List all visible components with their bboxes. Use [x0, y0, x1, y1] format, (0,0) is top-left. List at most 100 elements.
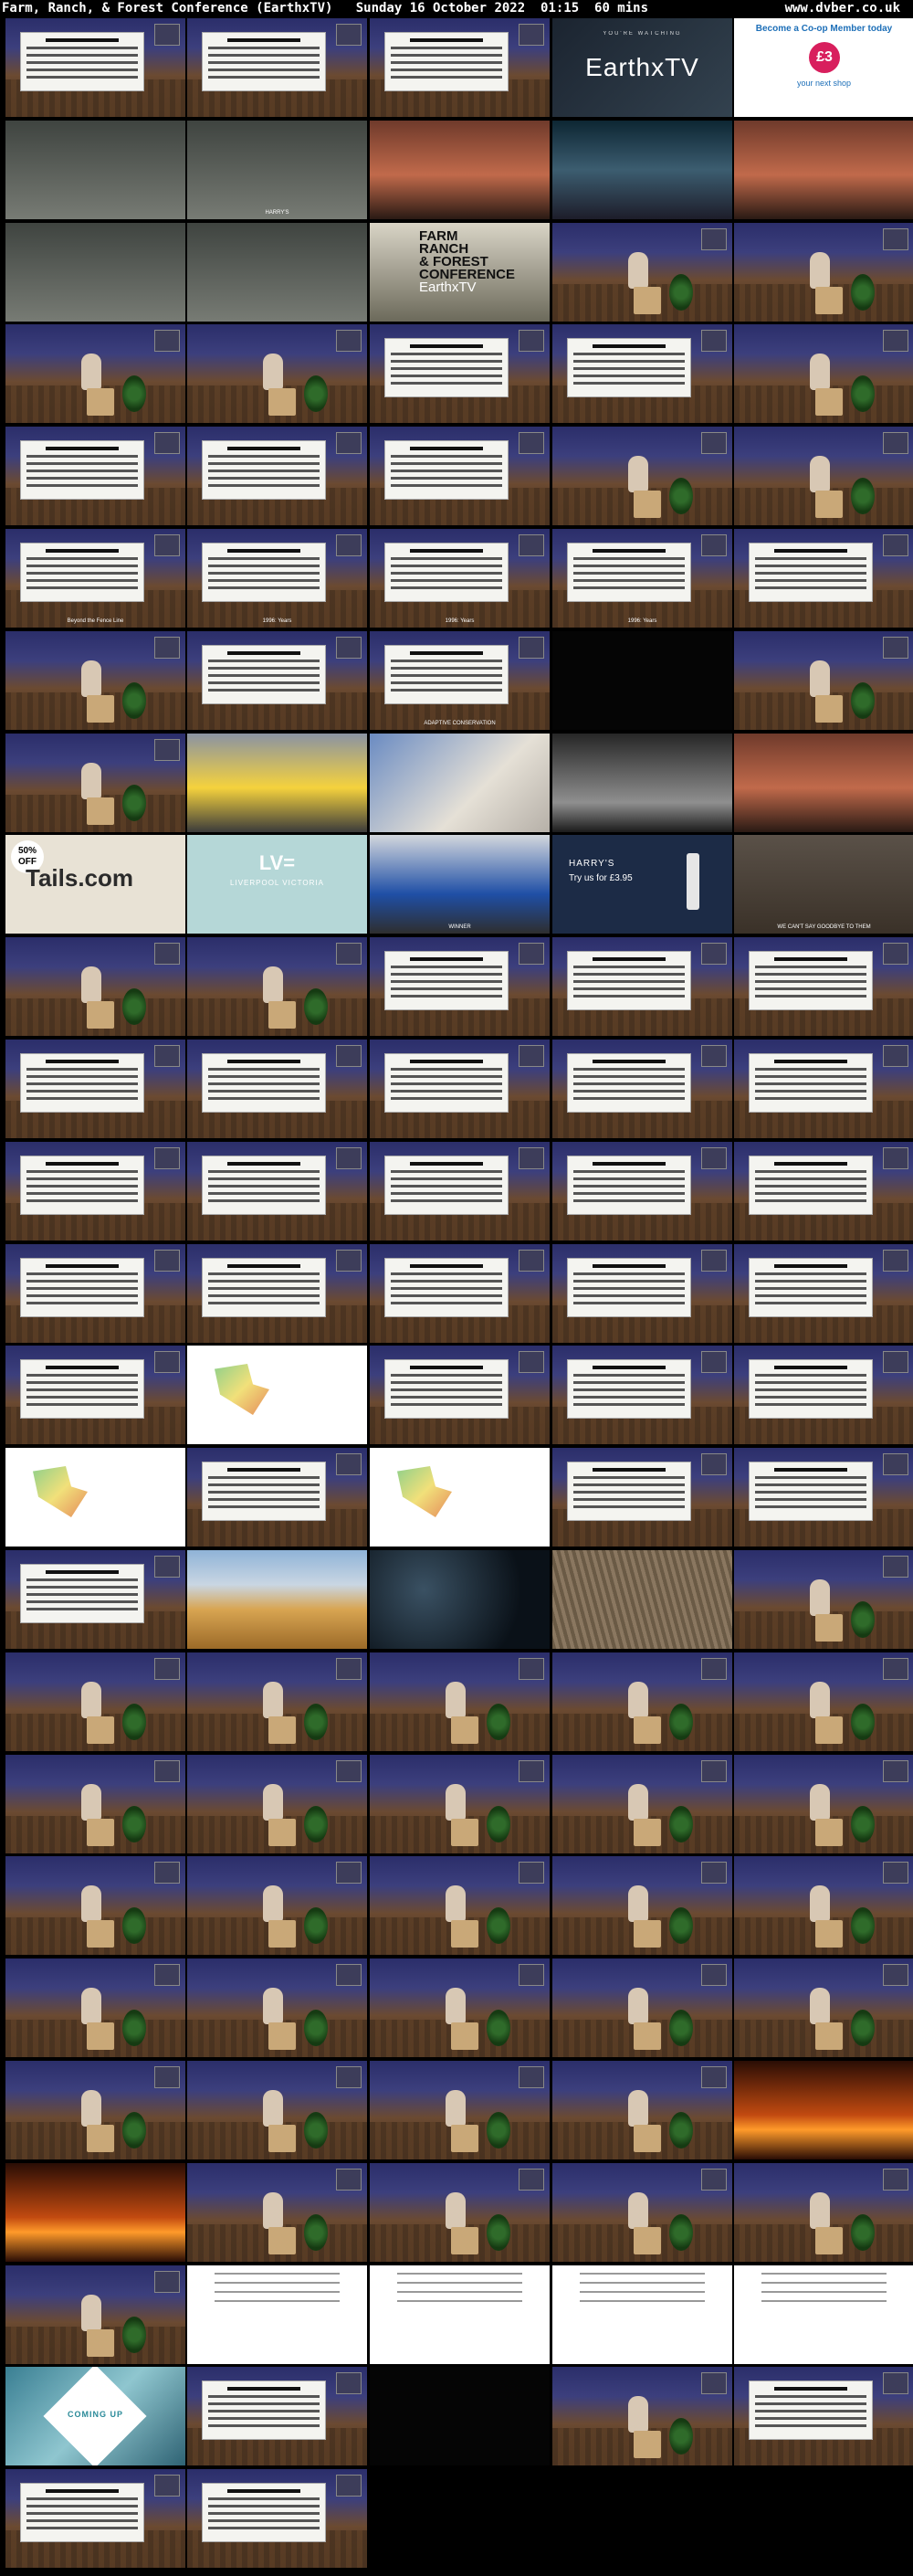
thumbnail-stage[interactable] [552, 2061, 732, 2159]
thumbnail-slide[interactable] [5, 1346, 185, 1444]
thumbnail-stage[interactable] [734, 1958, 913, 2057]
thumbnail-stage[interactable] [734, 1856, 913, 1955]
thumbnail-stage[interactable] [370, 1755, 550, 1853]
thumbnail-white[interactable] [552, 2265, 732, 2364]
thumbnail-stage[interactable] [734, 223, 913, 322]
thumbnail-harrys[interactable]: HARRY'S Try us for £3.95 [552, 835, 732, 934]
thumbnail-slide[interactable] [552, 324, 732, 423]
thumbnail-stage[interactable] [552, 1958, 732, 2057]
thumbnail-lv[interactable]: LV= LIVERPOOL VICTORIA [187, 835, 367, 934]
thumbnail-elephant[interactable]: WE CAN'T SAY GOODBYE TO THEM [734, 835, 913, 934]
thumbnail-dark[interactable] [370, 2367, 550, 2465]
thumbnail-stage[interactable] [187, 2061, 367, 2159]
thumbnail-slide[interactable] [187, 1244, 367, 1343]
thumbnail-slide[interactable]: 1996: Years [187, 529, 367, 628]
site-link[interactable]: www.dvber.co.uk [785, 0, 900, 16]
thumbnail-slide[interactable] [5, 1142, 185, 1240]
thumbnail-slide[interactable] [187, 631, 367, 730]
thumbnail-map[interactable] [187, 1346, 367, 1444]
thumbnail-stage[interactable] [552, 1652, 732, 1751]
thumbnail-stage[interactable] [734, 324, 913, 423]
thumbnail-stage[interactable] [5, 1652, 185, 1751]
thumbnail-stage[interactable] [370, 2163, 550, 2262]
thumbnail-slide[interactable] [5, 427, 185, 525]
thumbnail-stage[interactable] [370, 2061, 550, 2159]
thumbnail-combine[interactable] [552, 1550, 732, 1649]
thumbnail-slide[interactable] [734, 1448, 913, 1547]
thumbnail-slide[interactable] [734, 2367, 913, 2465]
thumbnail-white[interactable] [187, 2265, 367, 2364]
thumbnail-slide[interactable]: ADAPTIVE CONSERVATION [370, 631, 550, 730]
thumbnail-stage[interactable] [187, 324, 367, 423]
thumbnail-slide[interactable] [734, 529, 913, 628]
thumbnail-slide[interactable] [5, 1040, 185, 1138]
thumbnail-white[interactable] [734, 2265, 913, 2364]
thumbnail-stage[interactable] [187, 1958, 367, 2057]
thumbnail-stage[interactable] [187, 1856, 367, 1955]
thumbnail-stage[interactable] [187, 2163, 367, 2262]
thumbnail-map[interactable] [370, 1448, 550, 1547]
thumbnail-slide[interactable] [370, 1244, 550, 1343]
thumbnail-stage[interactable] [552, 427, 732, 525]
thumbnail-slide[interactable] [370, 427, 550, 525]
thumbnail-night[interactable] [370, 1550, 550, 1649]
thumbnail-slide[interactable] [370, 18, 550, 117]
thumbnail-farm[interactable]: FARM RANCH & FOREST CONFERENCE EarthxTV [370, 223, 550, 322]
thumbnail-slide[interactable] [370, 1040, 550, 1138]
thumbnail-stage[interactable] [552, 223, 732, 322]
thumbnail-stage[interactable] [552, 1856, 732, 1955]
thumbnail-slide[interactable] [552, 1244, 732, 1343]
thumbnail-slide[interactable] [187, 1448, 367, 1547]
thumbnail-slide[interactable] [552, 1142, 732, 1240]
thumbnail-stage[interactable] [5, 1958, 185, 2057]
thumbnail-phone[interactable] [187, 223, 367, 322]
thumbnail-phone[interactable]: HARRY'S [187, 121, 367, 219]
thumbnail-stage[interactable] [370, 1652, 550, 1751]
thumbnail-slide[interactable] [370, 937, 550, 1036]
thumbnail-slide[interactable]: 1996: Years [370, 529, 550, 628]
thumbnail-chess[interactable] [552, 734, 732, 832]
thumbnail-slide[interactable]: 1996: Years [552, 529, 732, 628]
thumbnail-slide[interactable] [5, 18, 185, 117]
thumbnail-stage[interactable] [5, 1755, 185, 1853]
thumbnail-stage[interactable] [734, 1652, 913, 1751]
thumbnail-fire[interactable] [5, 2163, 185, 2262]
thumbnail-slide[interactable] [370, 1346, 550, 1444]
thumbnail-phone[interactable] [5, 121, 185, 219]
thumbnail-slide[interactable] [552, 937, 732, 1036]
thumbnail-sky[interactable] [552, 121, 732, 219]
thumbnail-stage[interactable] [5, 734, 185, 832]
thumbnail-map[interactable] [5, 1448, 185, 1547]
thumbnail-white[interactable] [370, 2265, 550, 2364]
thumbnail-stage[interactable] [5, 937, 185, 1036]
thumbnail-stage[interactable] [552, 1755, 732, 1853]
thumbnail-blue-car[interactable]: WINNER [370, 835, 550, 934]
thumbnail-coop[interactable]: Become a Co-op Member today £3 your next s… [734, 18, 913, 117]
thumbnail-stage[interactable] [370, 1856, 550, 1955]
thumbnail-slide[interactable] [370, 324, 550, 423]
thumbnail-desert[interactable] [370, 121, 550, 219]
thumbnail-slide[interactable] [5, 1244, 185, 1343]
thumbnail-desert[interactable] [734, 121, 913, 219]
thumbnail-car[interactable] [187, 734, 367, 832]
thumbnail-tails[interactable]: 50% OFF Tails.com [5, 835, 185, 934]
thumbnail-stage[interactable] [734, 1755, 913, 1853]
thumbnail-slide[interactable] [187, 1040, 367, 1138]
thumbnail-slide[interactable] [734, 1142, 913, 1240]
thumbnail-slide[interactable] [552, 1448, 732, 1547]
thumbnail-slide[interactable] [370, 1142, 550, 1240]
thumbnail-stage[interactable] [552, 2367, 732, 2465]
thumbnail-slide[interactable] [552, 1040, 732, 1138]
thumbnail-slide[interactable] [552, 1346, 732, 1444]
thumbnail-slide[interactable] [734, 1040, 913, 1138]
thumbnail-slide[interactable] [5, 1550, 185, 1649]
thumbnail-stage[interactable] [187, 1652, 367, 1751]
thumbnail-slide[interactable] [734, 937, 913, 1036]
thumbnail-slide[interactable] [734, 1346, 913, 1444]
thumbnail-stage[interactable] [734, 427, 913, 525]
thumbnail-wheat[interactable] [187, 1550, 367, 1649]
thumbnail-stage[interactable] [5, 2061, 185, 2159]
thumbnail-stage[interactable] [552, 2163, 732, 2262]
thumbnail-slide[interactable]: Beyond the Fence Line [5, 529, 185, 628]
thumbnail-stage[interactable] [187, 1755, 367, 1853]
